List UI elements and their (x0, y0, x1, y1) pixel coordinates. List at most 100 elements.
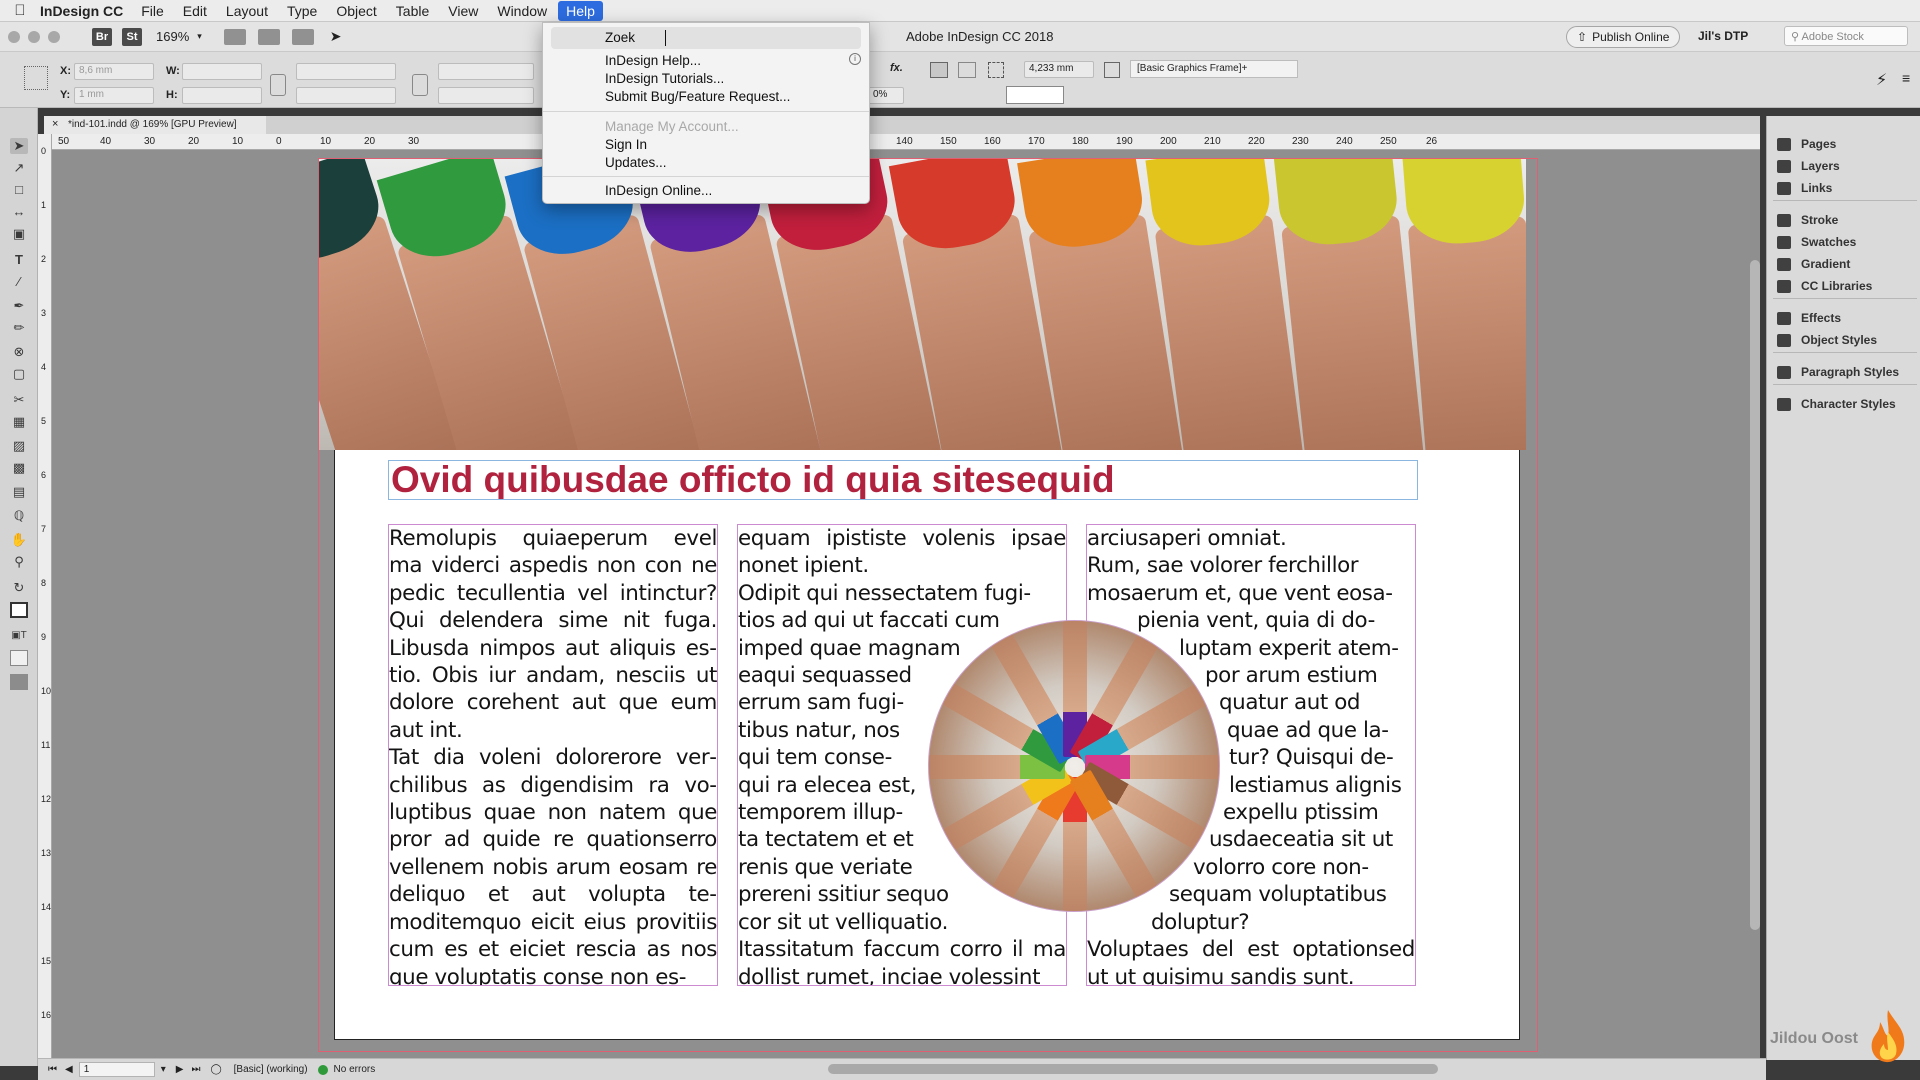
panel-pages[interactable]: Pages (1777, 134, 1836, 154)
vertical-scrollbar[interactable] (1750, 260, 1760, 930)
close-window-button[interactable] (8, 30, 20, 43)
chevron-down-icon[interactable]: ▾ (161, 1064, 166, 1075)
article-headline[interactable]: Ovid quibusdae officto id quia sitesequi… (388, 460, 1418, 500)
object-style-select[interactable]: [Basic Graphics Frame]+ (1130, 60, 1298, 78)
menu-item-tutorials[interactable]: InDesign Tutorials... (605, 71, 724, 86)
panel-effects[interactable]: Effects (1777, 308, 1841, 328)
opacity-field[interactable]: 0% (868, 87, 904, 104)
menu-view[interactable]: View (448, 3, 478, 19)
apple-icon[interactable]:  (0, 2, 40, 19)
panel-character-styles[interactable]: Character Styles (1777, 394, 1896, 414)
menu-item-sign-in[interactable]: Sign In (605, 137, 647, 152)
adobe-stock-search[interactable]: ⚲ Adobe Stock (1784, 26, 1908, 46)
next-page-icon[interactable]: ▶ (176, 1064, 184, 1075)
quick-apply-icon[interactable]: ⚡ (1876, 70, 1887, 90)
menu-item-indesign-online[interactable]: InDesign Online... (605, 183, 712, 198)
menu-window[interactable]: Window (497, 3, 547, 19)
pen-tool-icon[interactable]: ✒ (10, 298, 28, 314)
shear-field[interactable] (438, 87, 534, 104)
first-page-icon[interactable]: ⏮ (48, 1064, 57, 1075)
menu-object[interactable]: Object (336, 3, 376, 19)
panel-layers[interactable]: Layers (1777, 156, 1840, 176)
eyedropper-tool-icon[interactable]: ℚ (10, 508, 28, 524)
rotation-field[interactable] (438, 63, 534, 80)
selection-tool-icon[interactable]: ➤ (10, 138, 28, 154)
horizontal-ruler[interactable]: 5040302010010203010011012013014015016017… (52, 134, 1760, 150)
menu-type[interactable]: Type (287, 3, 317, 19)
panel-links[interactable]: Links (1777, 178, 1832, 198)
panel-paragraph-styles[interactable]: Paragraph Styles (1777, 362, 1899, 382)
panel-cc-libraries[interactable]: CC Libraries (1777, 276, 1872, 296)
screen-mode-tool-icon[interactable] (10, 674, 28, 690)
panel-stroke[interactable]: Stroke (1777, 210, 1838, 230)
close-icon[interactable]: × (52, 118, 58, 130)
vertical-ruler[interactable]: 0 1 2 3 4 5 6 7 8 9 10 11 12 13 14 15 16 (38, 134, 52, 1062)
hand-tool-icon[interactable]: ✋ (10, 532, 28, 548)
direct-selection-tool-icon[interactable]: ↗ (10, 160, 28, 176)
menu-item-submit-bug[interactable]: Submit Bug/Feature Request... (605, 89, 790, 104)
panel-swatches[interactable]: Swatches (1777, 232, 1856, 252)
stroke-type-select[interactable] (1006, 86, 1064, 104)
scale-y-field[interactable] (296, 87, 396, 104)
menu-table[interactable]: Table (396, 3, 429, 19)
line-tool-icon[interactable]: ∕ (10, 274, 28, 290)
screen-mode-icon[interactable] (257, 28, 280, 45)
menu-file[interactable]: File (141, 3, 164, 19)
formatting-container-icon[interactable]: ▣T (10, 628, 28, 644)
preflight-errors[interactable]: No errors (334, 1064, 376, 1075)
menu-edit[interactable]: Edit (183, 3, 207, 19)
link-scale-icon[interactable] (412, 74, 428, 96)
chevron-down-icon[interactable]: ▾ (197, 31, 202, 42)
rectangle-tool-icon[interactable]: ▢ (10, 366, 28, 382)
menu-help[interactable]: Help (558, 0, 603, 21)
height-field[interactable] (182, 87, 262, 104)
menu-item-indesign-help[interactable]: InDesign Help... (605, 53, 701, 68)
gradient-tool-icon[interactable]: ▨ (10, 438, 28, 454)
zoom-level[interactable]: 169% (156, 29, 189, 44)
rectangle-frame-tool-icon[interactable]: ⊗ (10, 344, 28, 360)
bridge-button[interactable]: Br (92, 27, 112, 46)
stroke-weight-field[interactable]: 4,233 mm (1024, 61, 1094, 78)
open-document-icon[interactable]: ◯ (210, 1064, 221, 1075)
scale-x-field[interactable] (296, 63, 396, 80)
fill-stroke-icon[interactable] (10, 602, 28, 618)
constrain-proportions-icon[interactable] (270, 74, 286, 96)
pencil-tool-icon[interactable]: ✏ (10, 320, 28, 336)
app-menu[interactable]: InDesign CC (40, 3, 123, 19)
apply-none-icon[interactable] (10, 650, 28, 666)
circular-pencils-image[interactable] (928, 620, 1220, 912)
type-tool-icon[interactable]: T (10, 252, 28, 268)
gradient-feather-tool-icon[interactable]: ▩ (10, 460, 28, 476)
minimize-window-button[interactable] (28, 30, 40, 43)
free-transform-tool-icon[interactable]: ▦ (10, 414, 28, 430)
preflight-profile[interactable]: [Basic] (working) (234, 1064, 308, 1075)
help-search-field[interactable]: Zoek (551, 27, 861, 49)
x-position-field[interactable]: 8,6 mm (74, 63, 154, 80)
frame-fitting-icon[interactable] (988, 62, 1004, 78)
content-collector-icon[interactable]: ▣ (10, 226, 28, 242)
workspace-switcher[interactable]: Jil's DTP (1698, 29, 1748, 43)
y-position-field[interactable]: 1 mm (74, 87, 154, 104)
horizontal-scrollbar[interactable] (828, 1064, 1438, 1074)
last-page-icon[interactable]: ⏭ (191, 1064, 200, 1075)
panel-gradient[interactable]: Gradient (1777, 254, 1850, 274)
stroke-align-inside-icon[interactable] (958, 62, 976, 78)
view-options-icon[interactable] (223, 28, 246, 45)
text-column-1[interactable]: Remolupis quiaeperum evel ma viderci asp… (388, 524, 718, 986)
width-field[interactable] (182, 63, 262, 80)
swap-fill-stroke-icon[interactable]: ↻ (10, 580, 28, 596)
gap-tool-icon[interactable]: ↔ (10, 204, 28, 220)
previous-page-icon[interactable]: ◀ (65, 1064, 73, 1075)
note-tool-icon[interactable]: ▤ (10, 484, 28, 500)
stock-button[interactable]: St (122, 27, 142, 46)
publish-online-button[interactable]: ⇧ Publish Online (1566, 26, 1681, 48)
effects-fx-icon[interactable]: fx. (890, 62, 903, 74)
panel-object-styles[interactable]: Object Styles (1777, 330, 1877, 350)
menu-layout[interactable]: Layout (226, 3, 268, 19)
scissors-tool-icon[interactable]: ✂ (10, 392, 28, 408)
zoom-window-button[interactable] (48, 30, 60, 43)
zoom-tool-icon[interactable]: ⚲ (10, 554, 28, 570)
menu-item-updates[interactable]: Updates... (605, 155, 667, 170)
reference-point-icon[interactable] (24, 66, 48, 90)
document-tab[interactable]: × *ind-101.indd @ 169% [GPU Preview] (44, 116, 266, 134)
